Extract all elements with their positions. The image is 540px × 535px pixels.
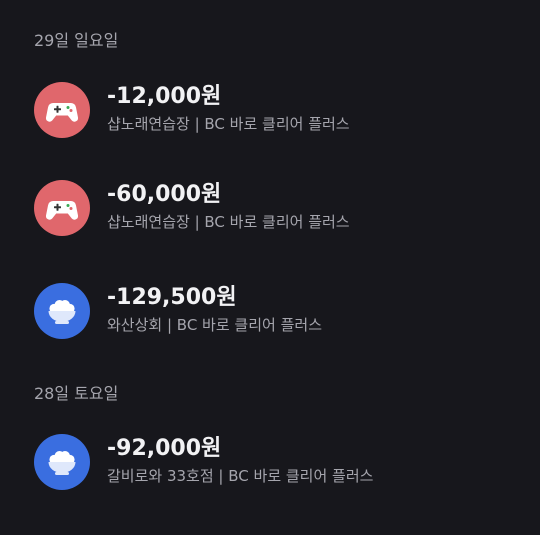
transaction-description: 와산상회 | BC 바로 클리어 플러스 <box>107 316 322 334</box>
transaction-amount: -60,000원 <box>107 182 222 207</box>
transaction-description: 샵노래연습장 | BC 바로 클리어 플러스 <box>107 115 350 133</box>
transaction-item[interactable]: -60,000원 샵노래연습장 | BC 바로 클리어 플러스 <box>34 180 514 236</box>
transaction-description: 갈비로와 33호점 | BC 바로 클리어 플러스 <box>107 467 374 485</box>
transaction-item[interactable]: -129,500원 와산상회 | BC 바로 클리어 플러스 <box>34 283 514 339</box>
transaction-amount: -129,500원 <box>107 285 237 310</box>
rice-bowl-icon <box>34 434 90 490</box>
transaction-amount: -92,000원 <box>107 436 222 461</box>
transaction-amount: -12,000원 <box>107 84 222 109</box>
transaction-item[interactable]: -12,000원 샵노래연습장 | BC 바로 클리어 플러스 <box>34 82 514 138</box>
transaction-description: 샵노래연습장 | BC 바로 클리어 플러스 <box>107 213 350 231</box>
transaction-list: 29일 일요일 -12,000원 샵노래연습장 | BC 바로 클리어 플러스 <box>0 0 540 535</box>
date-header: 29일 일요일 <box>34 31 119 50</box>
date-header: 28일 토요일 <box>34 384 119 403</box>
rice-bowl-icon <box>34 283 90 339</box>
transaction-item[interactable]: -92,000원 갈비로와 33호점 | BC 바로 클리어 플러스 <box>34 434 514 490</box>
game-controller-icon <box>34 82 90 138</box>
game-controller-icon <box>34 180 90 236</box>
